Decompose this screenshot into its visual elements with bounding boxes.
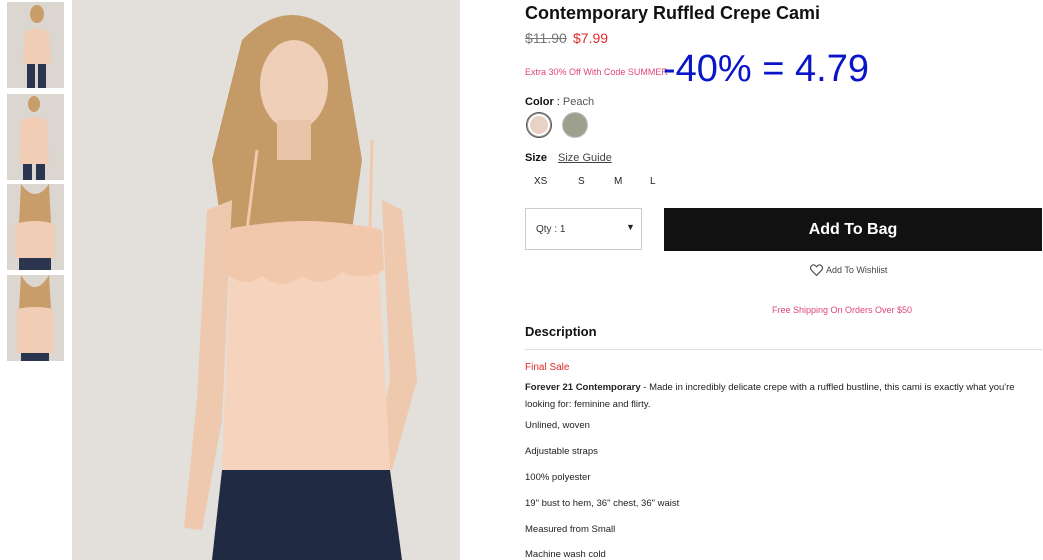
size-option-l[interactable]: L <box>650 176 656 187</box>
size-guide-link[interactable]: Size Guide <box>558 152 612 164</box>
detail-item: Unlined, woven <box>525 420 590 431</box>
description-divider <box>525 349 1042 350</box>
detail-item: Machine wash cold <box>525 549 606 560</box>
color-selected-value: Peach <box>562 96 595 108</box>
promo-text: Extra 30% Off With Code SUMMER <box>525 67 668 77</box>
price-annotation: -40% = 4.79 <box>663 48 869 90</box>
add-to-wishlist-link[interactable]: Add To Wishlist <box>810 264 888 277</box>
chevron-down-icon: ▼ <box>626 222 635 232</box>
detail-item: 100% polyester <box>525 472 591 483</box>
wishlist-label: Add To Wishlist <box>826 265 888 275</box>
size-option-s[interactable]: S <box>578 176 585 187</box>
size-option-m[interactable]: M <box>614 176 622 187</box>
description-heading: Description <box>525 324 597 339</box>
size-label: Size <box>525 152 548 164</box>
thumbnail-2[interactable] <box>7 94 64 180</box>
quantity-label: Qty : 1 <box>536 224 566 235</box>
sale-price: $7.99 <box>573 30 609 46</box>
color-swatch-peach[interactable] <box>526 112 552 138</box>
size-option-xs[interactable]: XS <box>534 176 547 187</box>
product-main-image[interactable] <box>72 0 460 560</box>
color-swatch-sage[interactable] <box>562 112 588 138</box>
thumbnail-4[interactable] <box>7 275 64 361</box>
brand-name: Forever 21 Contemporary <box>525 382 641 393</box>
heart-icon <box>810 264 823 277</box>
thumbnail-1[interactable] <box>7 2 64 88</box>
thumbnail-3[interactable] <box>7 184 64 270</box>
final-sale-label: Final Sale <box>525 362 570 373</box>
original-price: $11.90 <box>525 30 567 46</box>
free-shipping-notice: Free Shipping On Orders Over $50 <box>772 305 913 315</box>
product-title: Contemporary Ruffled Crepe Cami <box>525 3 821 23</box>
detail-item: Adjustable straps <box>525 446 598 457</box>
color-label: Color : Peach <box>525 96 594 108</box>
color-separator: : <box>553 96 563 108</box>
description-body: Forever 21 Contemporary - Made in incred… <box>525 379 1035 413</box>
add-to-bag-button[interactable]: Add To Bag <box>664 208 1042 251</box>
color-label-title: Color <box>525 96 554 108</box>
detail-item: Measured from Small <box>525 524 616 535</box>
quantity-select[interactable]: Qty : 1 ▼ <box>525 208 642 250</box>
detail-item: 19" bust to hem, 36" chest, 36" waist <box>525 498 680 509</box>
